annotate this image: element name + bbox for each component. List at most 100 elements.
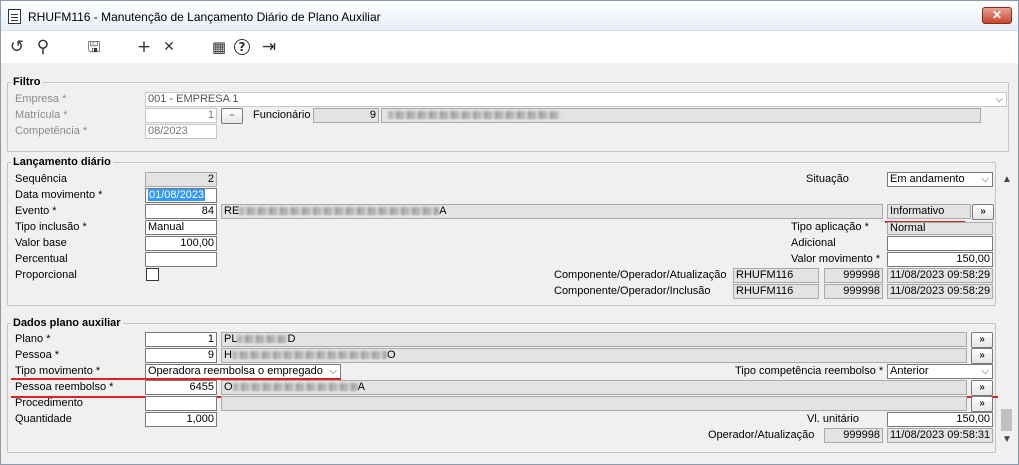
redacted-text (232, 383, 358, 392)
pessoa-input[interactable]: 9 (145, 348, 217, 363)
redacted-text (239, 207, 440, 216)
sequencia-label: Sequência (15, 173, 67, 185)
tipo-inclusao-label: Tipo inclusão * (15, 221, 87, 233)
tipo-competencia-value: Anterior (890, 365, 929, 377)
plano-description: PL D (221, 332, 967, 347)
comp-atualizacao-datetime: 11/08/2023 09:58:29 (887, 268, 993, 283)
form-area: Filtro Empresa * 001 - EMPRESA 1 ⌵ Matrí… (1, 63, 1018, 464)
op-atualizacao-label: Operador/Atualização (708, 429, 815, 441)
lancamento-legend: Lançamento diário (13, 156, 111, 168)
tipo-competencia-select[interactable]: Anterior ⌵ (887, 364, 993, 379)
redacted-text (237, 335, 288, 344)
tipo-aplicacao-label: Tipo aplicação * (791, 221, 869, 233)
pessoa-description: HO (221, 348, 967, 363)
tipo-movimento-select[interactable]: Operadora reembolsa o empregado ⌵ (145, 364, 341, 379)
pessoa-reembolso-label: Pessoa reembolso * (15, 381, 114, 393)
proporcional-checkbox[interactable] (146, 268, 159, 281)
evento-label: Evento * (15, 205, 57, 217)
undo-icon[interactable]: ↺ (7, 37, 27, 57)
document-icon (8, 9, 21, 24)
title-bar: RHUFM116 - Manutenção de Lançamento Diár… (1, 1, 1018, 31)
tipo-inclusao-value: Manual (145, 220, 217, 235)
add-icon[interactable]: + (134, 37, 154, 57)
close-button[interactable]: ✕ (982, 7, 1012, 24)
valor-base-label: Valor base (15, 237, 67, 249)
procedimento-label: Procedimento (15, 397, 83, 409)
comp-inclusao-operator: 999998 (824, 284, 883, 299)
tipo-competencia-label: Tipo competência reembolso * (735, 365, 884, 377)
plano-label: Plano * (15, 333, 51, 345)
comp-atualizacao-label: Componente/Operador/Atualização (554, 269, 727, 281)
window-title: RHUFM116 - Manutenção de Lançamento Diár… (28, 10, 381, 24)
pessoa-lookup-button[interactable]: » (971, 348, 993, 364)
chevron-down-icon: ⌵ (995, 94, 1003, 105)
situacao-label: Situação (806, 173, 849, 185)
comp-inclusao-label: Componente/Operador/Inclusão (554, 285, 711, 297)
save-icon[interactable]: 🖫 (84, 37, 104, 57)
matricula-input[interactable]: 1 (145, 108, 217, 123)
percentual-label: Percentual (15, 253, 68, 265)
chevron-down-icon: ⌵ (981, 174, 989, 185)
data-movimento-value: 01/08/2023 (148, 189, 206, 201)
procedimento-input[interactable] (145, 396, 217, 411)
competencia-input[interactable]: 08/2023 (145, 124, 217, 139)
scroll-down-icon[interactable]: ▼ (1002, 434, 1012, 445)
data-movimento-label: Data movimento * (15, 189, 103, 201)
exit-icon[interactable]: ⇥ (259, 37, 279, 57)
plano-input[interactable]: 1 (145, 332, 217, 347)
situacao-value: Em andamento (890, 173, 965, 185)
pessoa-reembolso-lookup-button[interactable]: » (971, 380, 993, 396)
funcionario-label: Funcionário (253, 109, 311, 121)
pessoa-label: Pessoa * (15, 349, 60, 361)
informativo-value: Informativo (887, 204, 971, 219)
quantidade-input[interactable]: 1,000 (145, 412, 217, 427)
comp-inclusao-component: RHUFM116 (733, 284, 819, 299)
situacao-select[interactable]: Em andamento ⌵ (887, 172, 993, 187)
valor-movimento-label: Valor movimento * (791, 253, 881, 265)
data-movimento-input[interactable]: 01/08/2023 (145, 188, 217, 203)
pessoa-reembolso-description: OA (221, 380, 967, 395)
evento-description: RE A (221, 204, 883, 219)
comp-atualizacao-component: RHUFM116 (733, 268, 819, 283)
comp-inclusao-datetime: 11/08/2023 09:58:29 (887, 284, 993, 299)
adicional-label: Adicional (791, 237, 836, 249)
vertical-scrollbar[interactable]: ▲ ▼ (998, 171, 1016, 451)
vl-unitario-input[interactable]: 150,00 (887, 412, 993, 427)
chevron-down-icon: ⌵ (329, 366, 337, 377)
proporcional-label: Proporcional (15, 269, 77, 281)
filtro-legend: Filtro (13, 76, 41, 88)
vl-unitario-label: Vl. unitário (807, 413, 859, 425)
matricula-lookup-button[interactable]: ⌁ (221, 108, 243, 124)
evento-lookup-button[interactable]: » (972, 204, 994, 220)
procedimento-lookup-button[interactable]: » (971, 396, 993, 412)
plano-legend: Dados plano auxiliar (13, 317, 121, 329)
empresa-value: 001 - EMPRESA 1 (148, 93, 239, 105)
plano-lookup-button[interactable]: » (971, 332, 993, 348)
search-icon[interactable]: ⚲ (33, 37, 53, 57)
procedimento-description (221, 396, 967, 411)
calendar-icon[interactable]: ▦ (209, 37, 229, 57)
tipo-movimento-value: Operadora reembolsa o empregado (148, 365, 323, 377)
pessoa-reembolso-input[interactable]: 6455 (145, 380, 217, 395)
op-atualizacao-operator: 999998 (824, 428, 883, 443)
tipo-movimento-label: Tipo movimento * (15, 365, 101, 377)
empresa-label: Empresa * (15, 93, 67, 105)
chevron-down-icon: ⌵ (981, 366, 989, 377)
competencia-label: Competência * (15, 125, 88, 137)
adicional-input[interactable] (887, 236, 993, 251)
percentual-input[interactable] (145, 252, 217, 267)
toolbar: ↺ ⚲ 🖫 + ✕ ▦ ? ⇥ (1, 31, 1018, 63)
op-atualizacao-datetime: 11/08/2023 09:58:31 (887, 428, 993, 443)
empresa-select[interactable]: 001 - EMPRESA 1 ⌵ (145, 92, 1007, 107)
valor-movimento-input[interactable]: 150,00 (887, 252, 993, 267)
funcionario-name (381, 108, 981, 123)
application-window: RHUFM116 - Manutenção de Lançamento Diár… (0, 0, 1019, 465)
help-icon[interactable]: ? (234, 39, 250, 55)
scroll-thumb[interactable] (1001, 409, 1012, 431)
funcionario-code: 9 (313, 108, 379, 123)
evento-input[interactable]: 84 (145, 204, 217, 219)
scroll-up-icon[interactable]: ▲ (1002, 174, 1012, 185)
valor-base-input[interactable]: 100,00 (145, 236, 217, 251)
delete-icon[interactable]: ✕ (159, 37, 179, 57)
matricula-label: Matrícula * (15, 109, 68, 121)
